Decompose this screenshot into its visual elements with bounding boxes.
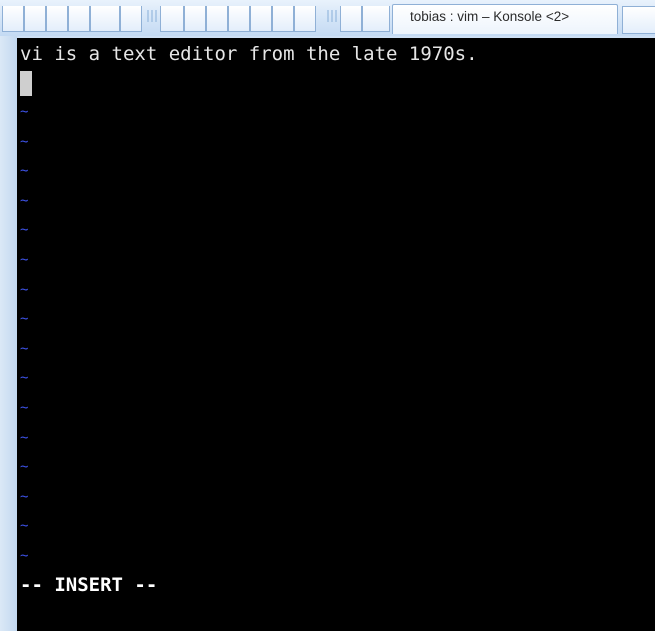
tilde-marker: ~ — [20, 133, 29, 150]
taskbar-tile[interactable] — [2, 6, 24, 32]
taskbar-tile[interactable] — [272, 6, 294, 32]
grip-icon — [147, 10, 157, 22]
taskbar-tile[interactable] — [160, 6, 184, 32]
tilde-marker: ~ — [20, 459, 29, 476]
tilde-marker: ~ — [20, 252, 29, 268]
grip-icon — [327, 10, 337, 22]
taskbar-tile[interactable] — [120, 6, 142, 32]
buffer-line: vi is a text editor from the late 1970s. — [20, 43, 478, 65]
tilde-marker: ~ — [20, 488, 29, 505]
taskbar-tile[interactable] — [24, 6, 46, 32]
taskbar-tile[interactable] — [340, 6, 362, 32]
tilde-marker: ~ — [20, 311, 29, 328]
taskbar-tile[interactable] — [184, 6, 206, 32]
taskbar-tile[interactable] — [362, 6, 390, 32]
tilde-marker: ~ — [20, 370, 29, 387]
taskbar-tile[interactable] — [206, 6, 228, 32]
window-frame — [0, 36, 17, 631]
taskbar-tile[interactable] — [250, 6, 272, 32]
taskbar-tile[interactable] — [68, 6, 90, 32]
taskbar-tile[interactable] — [46, 6, 68, 32]
tilde-marker: ~ — [20, 400, 29, 416]
tilde-marker: ~ — [20, 340, 29, 357]
text-cursor — [20, 71, 32, 96]
terminal-area[interactable]: vi is a text editor from the late 1970s.… — [17, 38, 655, 631]
tilde-marker: ~ — [20, 548, 29, 564]
tilde-marker: ~ — [20, 163, 29, 180]
tilde-marker: ~ — [20, 281, 29, 298]
taskbar-tile[interactable] — [228, 6, 250, 32]
tilde-marker: ~ — [20, 429, 29, 446]
taskbar-tile[interactable] — [294, 6, 316, 32]
window-title: tobias : vim – Konsole <2> — [410, 9, 570, 24]
tilde-marker: ~ — [20, 104, 29, 120]
tilde-marker: ~ — [20, 518, 29, 535]
tilde-marker: ~ — [20, 192, 29, 209]
mode-indicator: -- INSERT -- — [20, 574, 158, 596]
tilde-marker: ~ — [20, 222, 29, 239]
konsole-window: tobias : vim – Konsole <2> vi is a text … — [0, 0, 655, 631]
title-bar[interactable]: tobias : vim – Konsole <2> — [0, 0, 655, 36]
taskbar-tile[interactable] — [90, 6, 120, 32]
taskbar-tile[interactable] — [622, 6, 655, 34]
